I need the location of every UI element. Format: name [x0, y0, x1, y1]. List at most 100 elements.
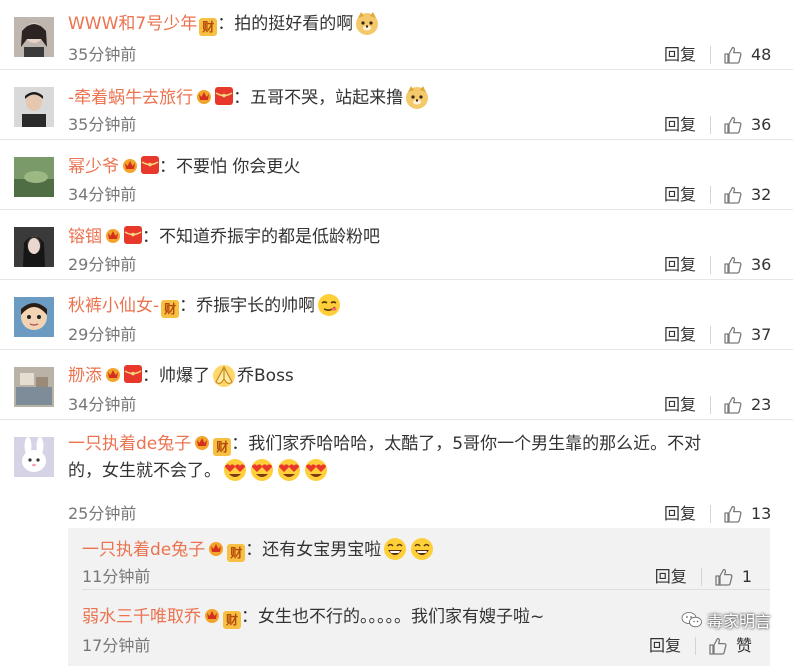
- reply-button[interactable]: 回复: [664, 253, 696, 277]
- reply-thread: 一只执着de兔子财：还有女宝男宝啦 11分钟前 回复 1 弱水三千唯取乔财：女生…: [68, 528, 770, 666]
- like-button[interactable]: 36: [723, 253, 773, 277]
- thumbs-up-icon: [724, 326, 742, 344]
- comment-item: 幂少爷 ：不要怕 你会更火 34分钟前 回复 32: [0, 140, 793, 210]
- like-button[interactable]: 37: [723, 323, 773, 347]
- comment-text: ：不要怕 你会更火: [159, 157, 301, 177]
- like-button[interactable]: 48: [723, 43, 773, 67]
- divider: [710, 46, 711, 64]
- comment-item: -牵着蜗牛去旅行 ：五哥不哭，站起来撸 35分钟前 回复 36: [0, 70, 793, 140]
- thumbs-up-icon: [724, 116, 742, 134]
- username[interactable]: 剙添: [68, 366, 102, 386]
- like-button[interactable]: 36: [723, 113, 773, 137]
- avatar[interactable]: [14, 17, 54, 57]
- red-packet-icon: [124, 365, 142, 383]
- timestamp: 35分钟前: [68, 45, 137, 64]
- avatar[interactable]: [14, 227, 54, 267]
- timestamp: 35分钟前: [68, 115, 137, 134]
- avatar[interactable]: [14, 297, 54, 337]
- reply-text: ：女生也不行的。。。。。我们家有嫂子啦~: [241, 607, 545, 627]
- reply-text: ：还有女宝男宝啦: [245, 540, 382, 560]
- timestamp: 11分钟前: [82, 567, 151, 586]
- like-button[interactable]: 32: [723, 183, 773, 207]
- username[interactable]: 一只执着de兔子: [82, 540, 205, 560]
- red-packet-icon: [141, 156, 159, 174]
- wealth-badge-icon: 财: [199, 18, 218, 36]
- reply-button[interactable]: 回复: [649, 634, 681, 658]
- avatar[interactable]: [14, 157, 54, 197]
- avatar[interactable]: [14, 367, 54, 407]
- like-button[interactable]: 1: [714, 565, 752, 589]
- vip-crown-icon: [193, 433, 211, 451]
- thumbs-up-icon: [715, 568, 733, 586]
- username[interactable]: 弱水三千唯取乔: [82, 607, 201, 627]
- divider: [710, 505, 711, 523]
- watermark-text: 毒家明言: [706, 612, 771, 631]
- laugh-emoji-icon: [382, 536, 408, 562]
- like-count: 23: [751, 395, 772, 414]
- wealth-badge-icon: 财: [161, 300, 180, 318]
- like-button[interactable]: 13: [723, 502, 773, 526]
- like-count: 48: [751, 45, 772, 64]
- reply-button[interactable]: 回复: [664, 113, 696, 137]
- thumbs-up-icon: [724, 46, 742, 64]
- timestamp: 34分钟前: [68, 185, 137, 204]
- reply-button[interactable]: 回复: [664, 43, 696, 67]
- avatar[interactable]: [14, 87, 54, 127]
- comment-text: ：我们家乔哈哈哈，太酷了，5哥你一个男生靠的那么近。不对: [231, 434, 702, 454]
- doge-emoji-icon: [354, 10, 380, 36]
- username[interactable]: WWW和7号少年: [68, 14, 197, 34]
- like-button[interactable]: 23: [723, 393, 773, 417]
- like-count: 13: [751, 504, 772, 523]
- like-count: 赞: [735, 636, 752, 655]
- vip-crown-icon: [104, 365, 122, 383]
- username[interactable]: 幂少爷: [68, 157, 119, 177]
- wealth-badge-icon: 财: [227, 544, 246, 562]
- username[interactable]: 镕锢: [68, 227, 102, 247]
- thumbs-up-icon: [724, 396, 742, 414]
- like-button[interactable]: 赞: [708, 634, 752, 658]
- thumbs-up-icon: [724, 186, 742, 204]
- thumbs-up-icon: [709, 637, 727, 655]
- thumbs-up-icon: [724, 256, 742, 274]
- like-count: 36: [751, 115, 772, 134]
- like-count: 37: [751, 325, 772, 344]
- divider: [694, 637, 696, 655]
- vip-crown-icon: [203, 606, 221, 624]
- comment-text: ：乔振宇长的帅啊: [179, 296, 316, 316]
- wealth-badge-icon: 财: [223, 611, 241, 629]
- avatar[interactable]: [14, 437, 54, 477]
- timestamp: 17分钟前: [82, 636, 151, 655]
- like-count: 1: [741, 567, 752, 586]
- divider: [710, 396, 711, 414]
- heart-eyes-emoji-icon: [249, 457, 275, 483]
- comment-text: ：帅爆了: [142, 366, 210, 386]
- reply-button[interactable]: 回复: [664, 502, 696, 526]
- divider: [710, 326, 711, 344]
- wechat-icon: [681, 612, 702, 628]
- divider: [710, 256, 711, 274]
- comment-item: WWW和7号少年财：拍的挺好看的啊 35分钟前 回复 48: [0, 0, 793, 70]
- divider: [700, 568, 702, 586]
- username[interactable]: -牵着蜗牛去旅行: [68, 88, 193, 108]
- vip-crown-icon: [104, 226, 122, 244]
- divider: [710, 186, 711, 204]
- username[interactable]: 秋裤小仙女-: [68, 296, 159, 316]
- vip-crown-icon: [195, 87, 213, 105]
- comment-text: ：拍的挺好看的啊: [217, 14, 354, 34]
- reply-button[interactable]: 回复: [655, 565, 687, 589]
- smirk-emoji-icon: [316, 292, 342, 318]
- divider: [710, 116, 711, 134]
- divider: [82, 589, 770, 590]
- reply-button[interactable]: 回复: [664, 183, 696, 207]
- vip-crown-icon: [207, 539, 225, 557]
- like-count: 36: [751, 255, 772, 274]
- heart-eyes-emoji-icon: [222, 457, 248, 483]
- timestamp: 25分钟前: [68, 504, 137, 523]
- reply-button[interactable]: 回复: [664, 323, 696, 347]
- timestamp: 29分钟前: [68, 255, 137, 274]
- username[interactable]: 一只执着de兔子: [68, 434, 191, 454]
- watermark: 毒家明言: [681, 608, 771, 632]
- reply-button[interactable]: 回复: [664, 393, 696, 417]
- thumbs-up-icon: [724, 505, 742, 523]
- timestamp: 34分钟前: [68, 395, 137, 414]
